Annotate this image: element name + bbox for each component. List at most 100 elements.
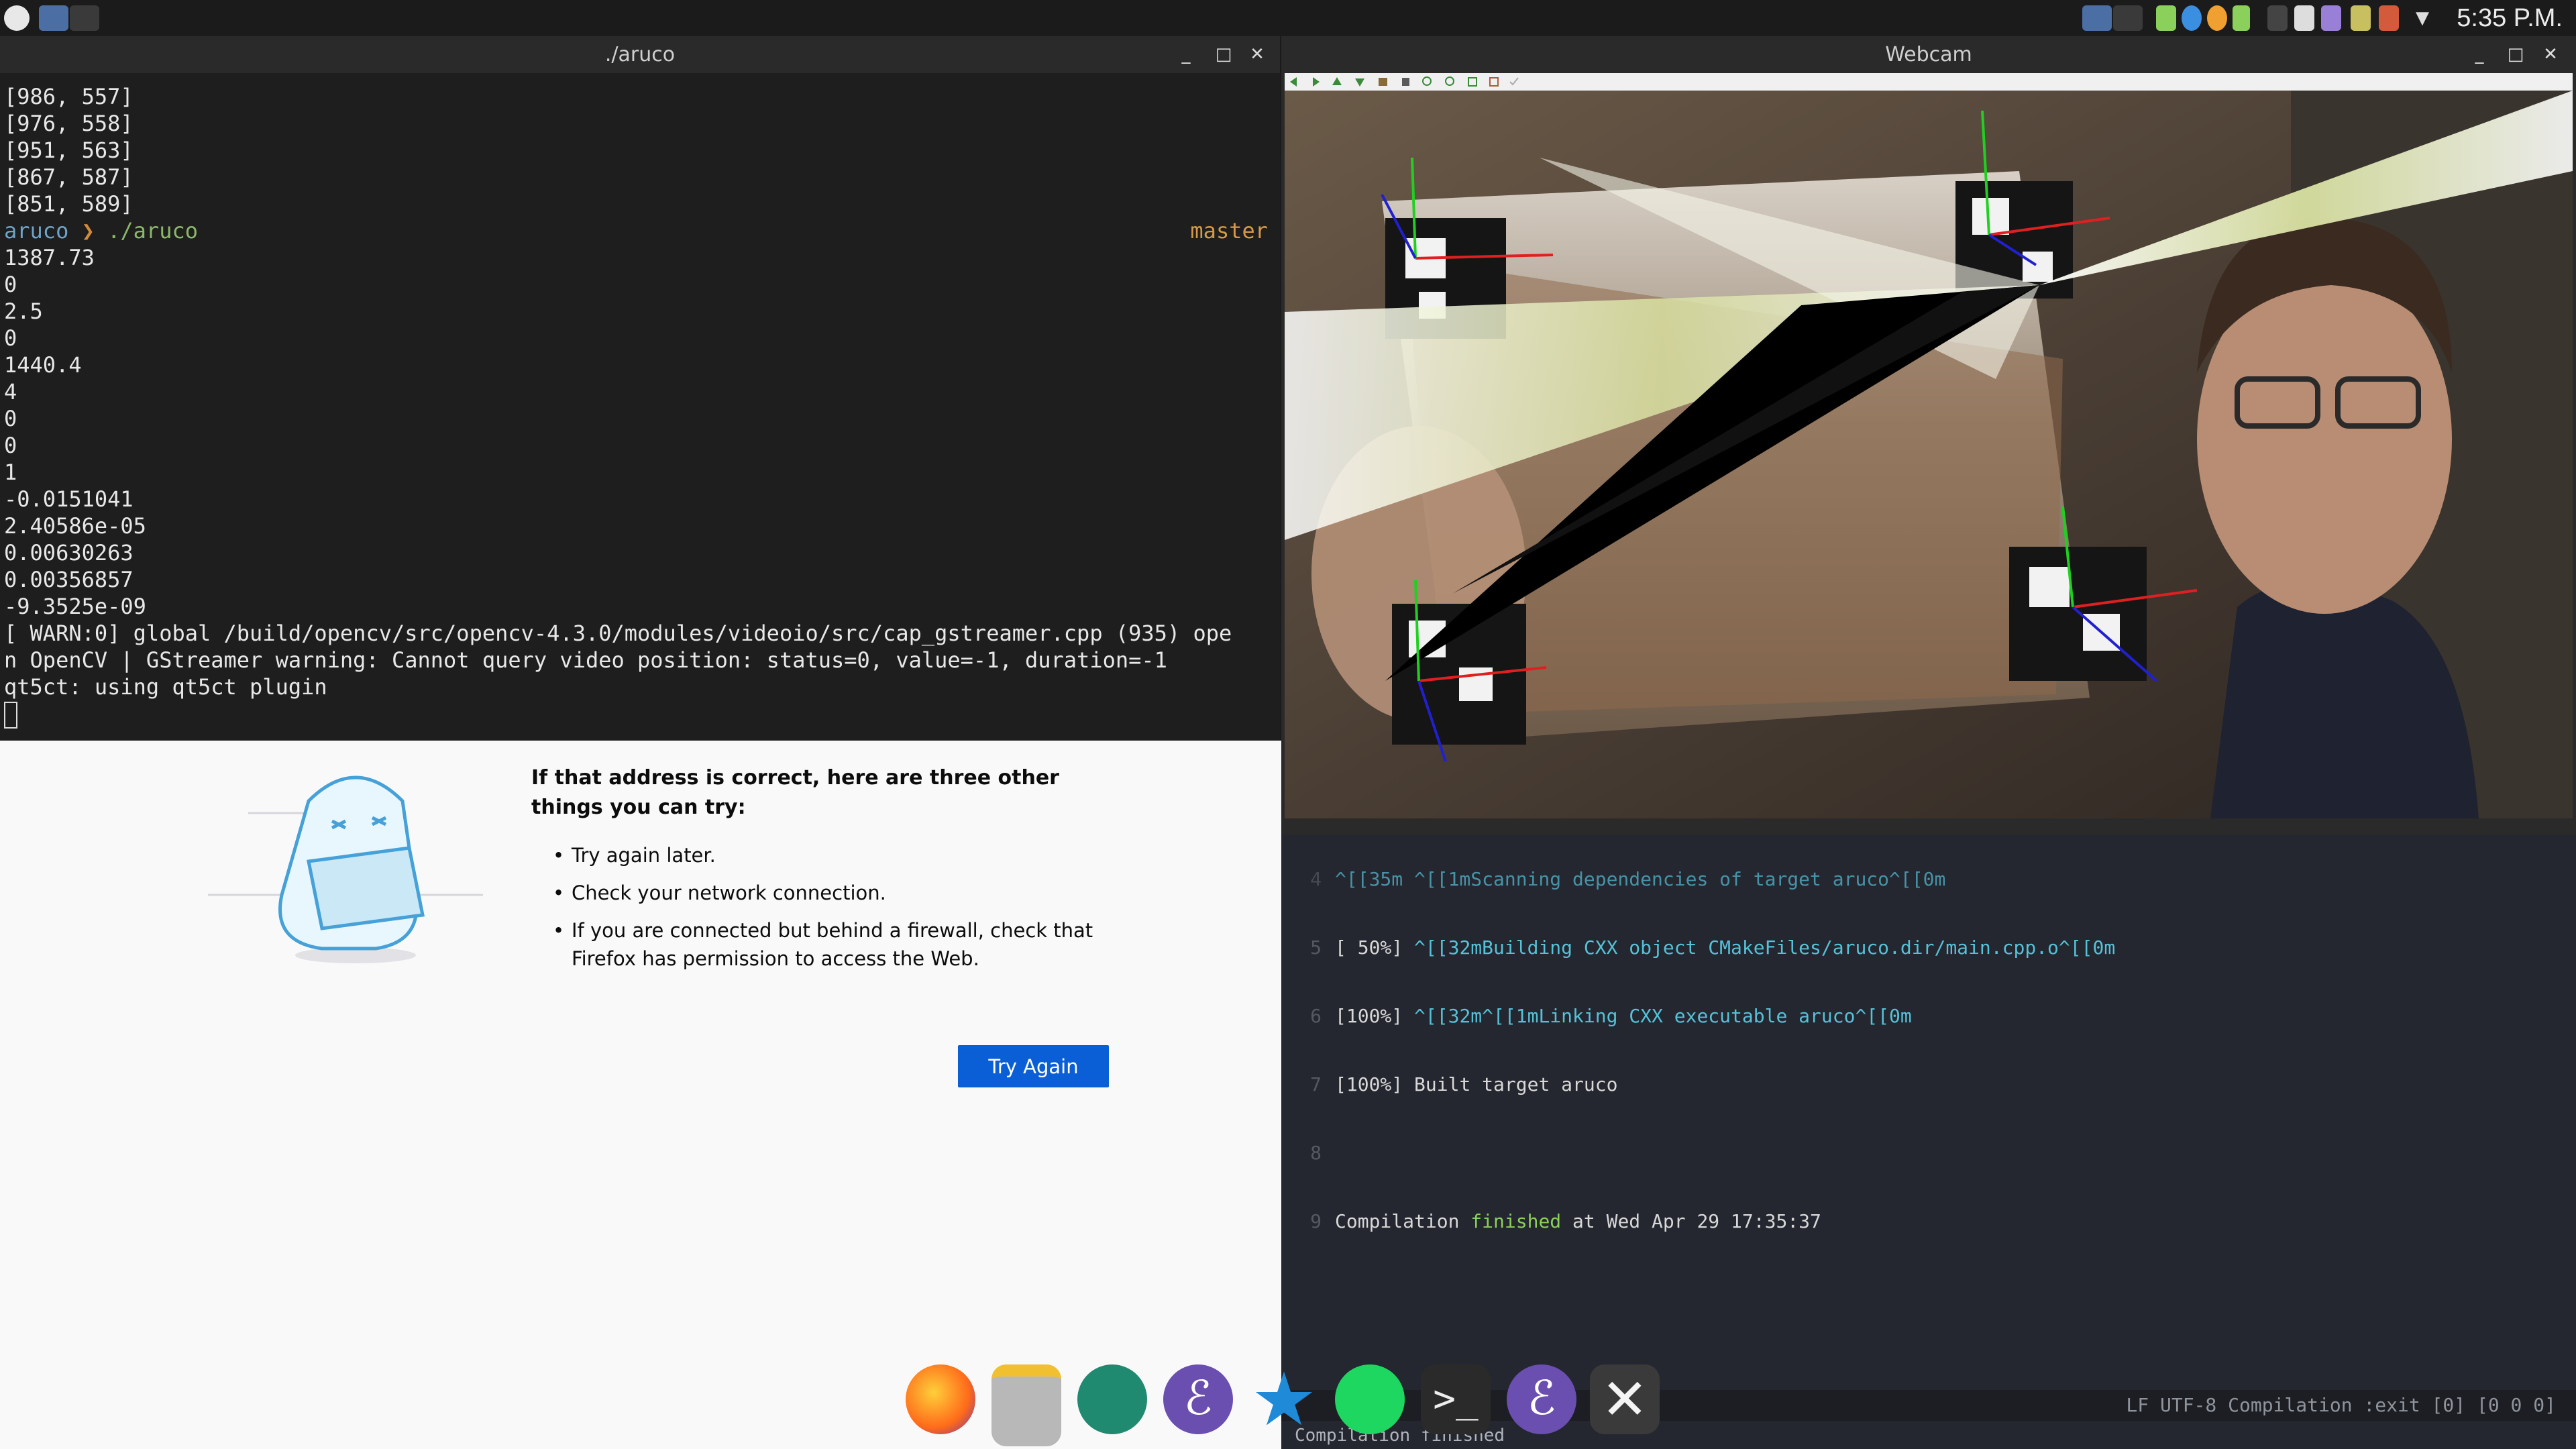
tray-workspace-2-icon[interactable] <box>2113 5 2143 31</box>
top-panel: ▼ 5:35 P.M. <box>0 0 2576 36</box>
list-item: Check your network connection. <box>531 879 1135 907</box>
save-icon[interactable] <box>1379 78 1387 86</box>
terminal-window: ./aruco _ □ ✕ [986, 557] [976, 558] [951, … <box>0 36 1280 741</box>
terminal-line: [851, 589] <box>4 191 133 217</box>
tool-icon[interactable] <box>2379 5 2399 31</box>
terminal-titlebar[interactable]: ./aruco _ □ ✕ <box>0 36 1280 73</box>
terminal-line: 2.40586e-05 <box>4 513 146 539</box>
prompt-dir: aruco <box>4 218 69 244</box>
compilation-line: 8 <box>1310 1142 1322 1164</box>
zoom-in-icon[interactable] <box>1422 76 1432 86</box>
toolbar-icons <box>1290 76 1519 87</box>
terminal-line: [ WARN:0] global /build/opencv/src/openc… <box>4 621 1232 646</box>
pan-right-icon[interactable] <box>1313 77 1320 87</box>
compilation-line: 9 Compilation finished at Wed Apr 29 17:3… <box>1310 1210 1821 1232</box>
terminal-output[interactable]: [986, 557] [976, 558] [951, 563] [867, 587]… <box>0 83 1284 747</box>
clipboard-icon[interactable] <box>2267 5 2288 31</box>
error-illustration-icon <box>208 775 483 963</box>
settings-icon[interactable] <box>1077 1364 1147 1434</box>
prompt-command: ./aruco <box>107 218 198 244</box>
webcam-window: Webcam _ □ ✕ <box>1281 36 2576 835</box>
prompt-line: aruco ❯ ./aruco master <box>4 217 1284 244</box>
terminal-line: 0 <box>4 406 17 431</box>
fit-icon[interactable] <box>1468 77 1477 87</box>
zoom-out-icon[interactable] <box>1445 76 1454 86</box>
terminal-icon[interactable]: >_ <box>1421 1364 1491 1434</box>
terminal-cursor-line <box>4 700 1284 729</box>
error-heading: If that address is correct, here are thr… <box>531 766 1059 819</box>
close-button[interactable]: ✕ <box>1244 36 1271 73</box>
maximize-button[interactable]: □ <box>1210 36 1237 73</box>
terminal-line: n OpenCV | GStreamer warning: Cannot que… <box>4 647 1167 673</box>
display-icon[interactable] <box>2294 5 2314 31</box>
compilation-line: 4 ^[[35m ^[[1mScanning dependencies of ta… <box>1310 868 1946 890</box>
files-icon[interactable] <box>991 1364 1061 1446</box>
prompt-arrow: ❯ <box>81 218 95 244</box>
compilation-line: 5[ 50%] ^[[32mBuilding CXX object CMakeF… <box>1310 936 2116 959</box>
maximize-button[interactable]: □ <box>2502 36 2529 73</box>
list-item: If you are connected but behind a firewa… <box>531 916 1135 973</box>
dock: ℰ ★ >_ ℰ ✕ <box>899 1351 1660 1449</box>
error-tips-list: Try again later. Check your network conn… <box>531 841 1135 982</box>
pan-down-icon[interactable] <box>1355 78 1364 87</box>
window-title: ./aruco <box>604 43 676 66</box>
chevron-down-icon[interactable]: ▼ <box>2412 5 2432 31</box>
clock[interactable]: 5:35 P.M. <box>2457 4 2563 33</box>
close-button[interactable]: ✕ <box>2537 36 2564 73</box>
terminal-line: 0 <box>4 433 17 458</box>
terminal-line: -0.0151041 <box>4 486 133 512</box>
volume-icon[interactable] <box>2321 5 2341 31</box>
spotify-icon[interactable] <box>1335 1364 1405 1434</box>
terminal-line: [867, 587] <box>4 164 133 190</box>
compilation-line: 6 [100%] ^[[32m^[[1mLinking CXX executabl… <box>1310 1005 1912 1027</box>
workspace-1-icon[interactable] <box>39 5 68 31</box>
terminal-line: 0 <box>4 272 17 297</box>
workspace-2-icon[interactable] <box>70 5 99 31</box>
webcam-toolbar <box>1285 73 2573 91</box>
terminal-line: 0 <box>4 325 17 351</box>
aruco-camera-image <box>1285 91 2573 818</box>
dropbox-icon[interactable] <box>2182 5 2202 31</box>
terminal-line: 0.00356857 <box>4 567 133 592</box>
terminal-line: 1440.4 <box>4 352 82 378</box>
terminal-line: 2.5 <box>4 299 43 324</box>
git-branch: master <box>1190 218 1268 244</box>
minimize-button[interactable]: _ <box>2466 36 2493 73</box>
emacs-icon[interactable]: ℰ <box>1507 1364 1576 1434</box>
terminal-line: [976, 558] <box>4 111 133 136</box>
webcam-titlebar[interactable]: Webcam _ □ ✕ <box>1281 36 2576 73</box>
try-again-button[interactable]: Try Again <box>958 1045 1109 1087</box>
properties-icon[interactable] <box>1402 78 1409 86</box>
emacs-icon[interactable]: ℰ <box>1163 1364 1233 1434</box>
terminal-line: [951, 563] <box>4 138 133 163</box>
firefox-error-page: If that address is correct, here are thr… <box>0 741 1281 1449</box>
tray-workspace-icon[interactable] <box>2082 5 2112 31</box>
minimize-button[interactable]: _ <box>1173 36 1199 73</box>
battery-icon[interactable] <box>2351 5 2371 31</box>
pan-left-icon[interactable] <box>1290 77 1297 87</box>
compilation-line: 7 [100%] Built target aruco <box>1310 1073 1618 1095</box>
webcam-frame <box>1285 91 2573 818</box>
check-icon[interactable] <box>1509 77 1519 86</box>
grid-icon[interactable] <box>1489 77 1499 87</box>
kstars-icon[interactable]: ★ <box>1249 1362 1319 1436</box>
terminal-line: 0.00630263 <box>4 540 133 566</box>
cursor <box>4 702 17 729</box>
firefox-icon[interactable] <box>906 1364 975 1434</box>
network-icon[interactable] <box>2156 5 2176 31</box>
modeline-status: LF UTF-8 Compilation :exit [0] [0 0 0] <box>2126 1394 2556 1416</box>
terminal-line: 4 <box>4 379 17 405</box>
lock-icon[interactable] <box>2233 5 2250 31</box>
app-menu-icon[interactable] <box>4 5 30 31</box>
terminal-line: 1 <box>4 460 17 485</box>
list-item: Try again later. <box>531 841 1135 869</box>
terminal-line: qt5ct: using qt5ct plugin <box>4 674 327 700</box>
terminal-line: 1387.73 <box>4 245 95 270</box>
compilation-output[interactable]: 4 ^[[35m ^[[1mScanning dependencies of ta… <box>1281 835 2576 1279</box>
window-title: Webcam <box>1885 43 1972 66</box>
pan-up-icon[interactable] <box>1332 77 1342 85</box>
terminal-line: [986, 557] <box>4 84 133 109</box>
terminal-line: -9.3525e-09 <box>4 594 146 619</box>
update-icon[interactable] <box>2207 5 2227 31</box>
xorg-icon[interactable]: ✕ <box>1590 1364 1660 1434</box>
